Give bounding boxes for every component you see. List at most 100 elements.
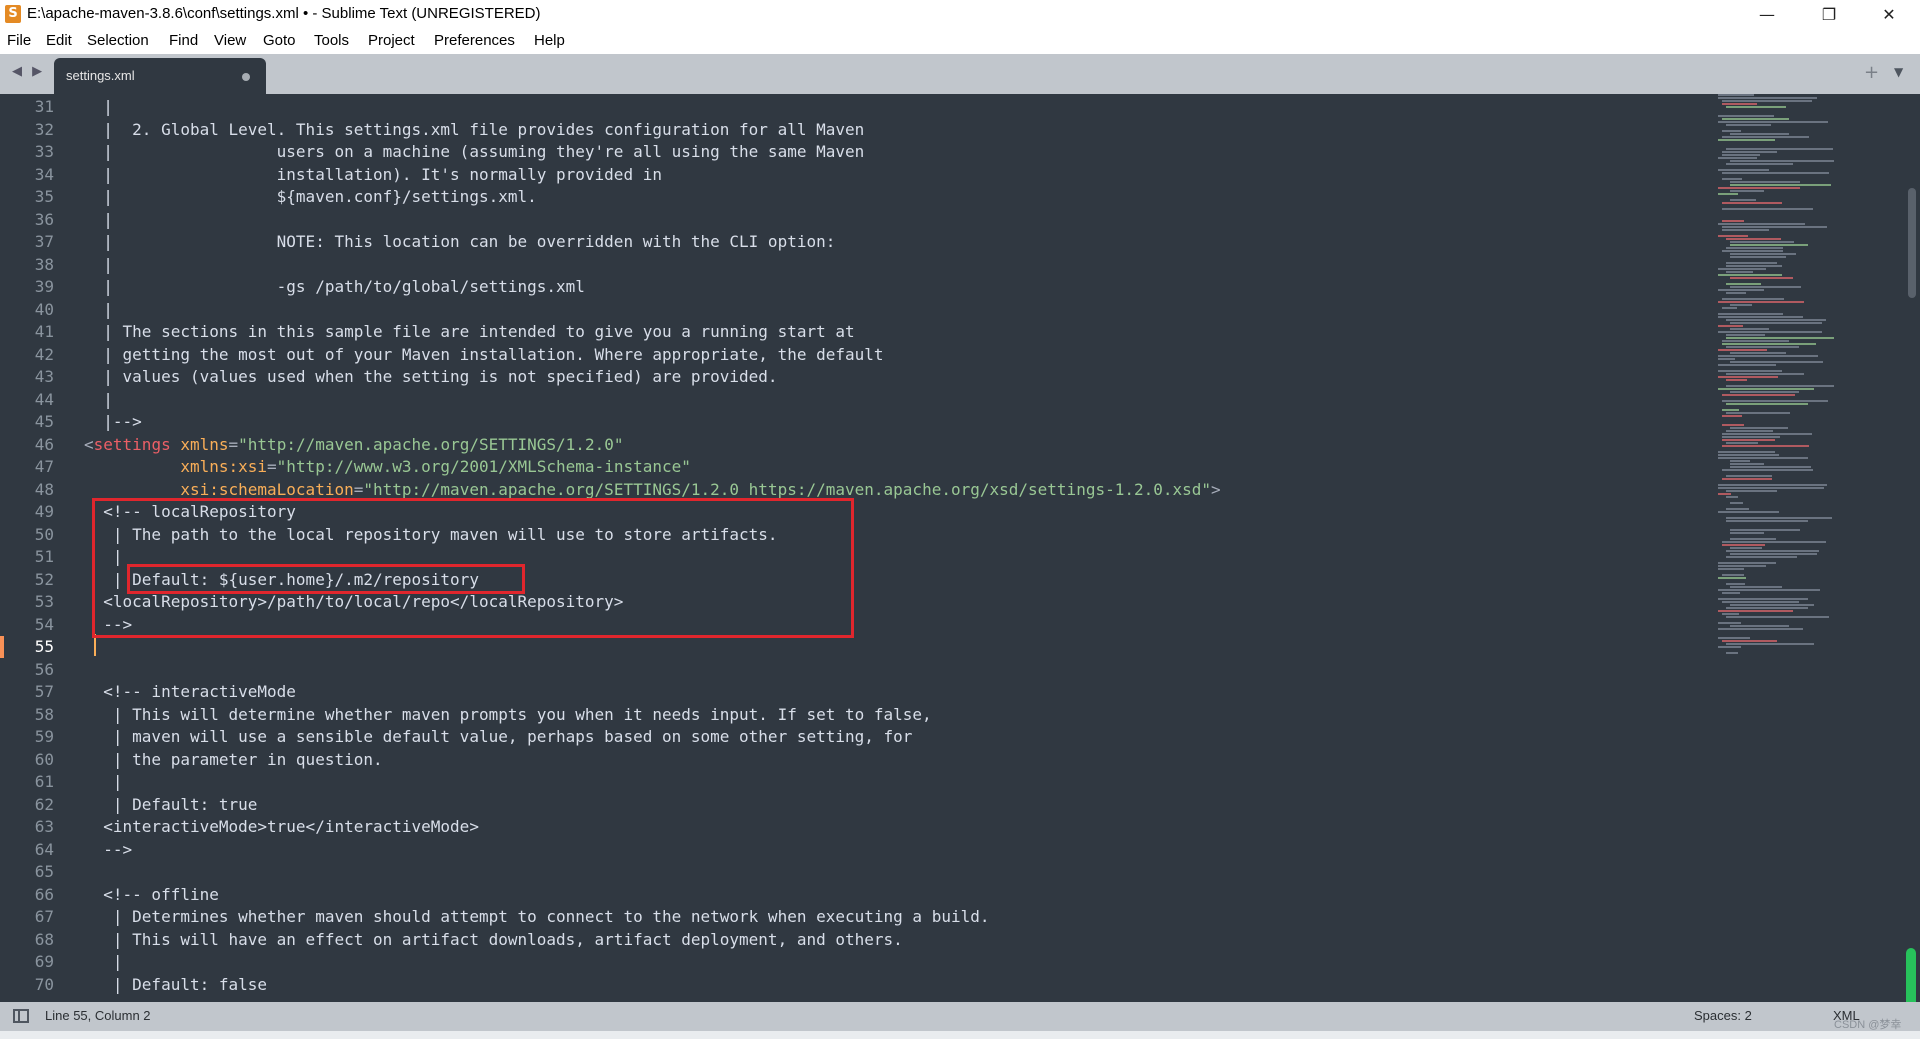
- code-line[interactable]: | NOTE: This location can be overridden …: [84, 231, 835, 254]
- code-line[interactable]: | installation). It's normally provided …: [84, 164, 662, 187]
- menu-file[interactable]: File: [7, 32, 31, 49]
- minimap-line: [1718, 511, 1779, 513]
- code-line[interactable]: | -gs /path/to/global/settings.xml: [84, 276, 585, 299]
- minimap-line: [1718, 121, 1828, 123]
- default-path-highlight-box: [127, 564, 525, 594]
- code-line[interactable]: | values (values used when the setting i…: [84, 366, 777, 389]
- minimap-line: [1726, 442, 1758, 444]
- minimap-line: [1722, 136, 1809, 138]
- code-line[interactable]: <interactiveMode>true</interactiveMode>: [84, 816, 479, 839]
- code-line[interactable]: | The sections in this sample file are i…: [84, 321, 854, 344]
- minimap-line: [1718, 331, 1822, 333]
- minimap-line: [1718, 349, 1767, 351]
- code-line[interactable]: | ${maven.conf}/settings.xml.: [84, 186, 536, 209]
- syntax-token: <: [84, 434, 94, 454]
- line-number: 57: [34, 682, 54, 701]
- minimap-line: [1726, 385, 1834, 387]
- minimap-line: [1722, 592, 1740, 594]
- line-number: 45: [34, 412, 54, 431]
- minimap-line: [1726, 346, 1799, 348]
- minimize-button[interactable]: —: [1744, 0, 1790, 29]
- syntax-token: "http://maven.apache.org/SETTINGS/1.2.0": [238, 434, 624, 454]
- minimap-line: [1730, 256, 1786, 258]
- minimap-line: [1722, 424, 1744, 426]
- line-number: 46: [34, 434, 54, 454]
- line-number: 69: [34, 952, 54, 971]
- unsaved-dot-icon[interactable]: [242, 73, 250, 81]
- code-line[interactable]: | maven will use a sensible default valu…: [84, 726, 913, 749]
- menu-view[interactable]: View: [214, 32, 246, 49]
- minimap-line: [1726, 496, 1738, 498]
- code-line[interactable]: <!-- interactiveMode: [84, 681, 296, 704]
- code-line[interactable]: | getting the most out of your Maven ins…: [84, 344, 883, 367]
- syntax-token: =: [228, 434, 239, 454]
- code-line[interactable]: | 2. Global Level. This settings.xml fil…: [84, 119, 864, 142]
- tab-list-chevron-down-icon[interactable]: ▼: [1894, 65, 1903, 79]
- line-number: 38: [34, 254, 54, 274]
- code-line[interactable]: | Default: false: [84, 974, 267, 997]
- minimap-line: [1726, 124, 1771, 126]
- menu-tools[interactable]: Tools: [314, 32, 349, 49]
- minimap-line: [1718, 235, 1748, 237]
- line-number: 60: [34, 749, 54, 769]
- menu-selection[interactable]: Selection: [87, 32, 149, 49]
- minimap-line: [1730, 604, 1814, 606]
- line-number: 37: [34, 232, 54, 251]
- minimap-line: [1722, 208, 1813, 210]
- minimap[interactable]: [1714, 94, 1914, 1002]
- minimap-line: [1722, 130, 1741, 132]
- code-line[interactable]: | This will have an effect on artifact d…: [84, 929, 903, 952]
- minimap-line: [1726, 373, 1804, 375]
- indentation-setting[interactable]: Spaces: 2: [1694, 1008, 1752, 1023]
- code-line[interactable]: |: [84, 389, 113, 412]
- menu-edit[interactable]: Edit: [46, 32, 72, 49]
- code-line[interactable]: | Determines whether maven should attemp…: [84, 906, 990, 929]
- minimap-line: [1718, 487, 1824, 489]
- minimap-line: [1730, 586, 1782, 588]
- code-line[interactable]: |-->: [84, 411, 142, 434]
- code-line[interactable]: |: [84, 951, 123, 974]
- code-line[interactable]: | users on a machine (assuming they're a…: [84, 141, 864, 164]
- line-number: 33: [34, 142, 54, 161]
- code-line[interactable]: |: [84, 771, 123, 794]
- tab-nav-arrows-icon[interactable]: ◀ ▶: [12, 64, 45, 79]
- minimap-line: [1718, 193, 1738, 195]
- code-line[interactable]: <!-- offline: [84, 884, 219, 907]
- code-line[interactable]: |: [84, 209, 113, 232]
- minimap-line: [1722, 250, 1783, 252]
- minimap-line: [1726, 163, 1793, 165]
- minimap-line: [1726, 319, 1826, 321]
- minimap-line: [1730, 277, 1793, 279]
- minimap-line: [1718, 610, 1793, 612]
- minimap-line: [1722, 436, 1780, 438]
- code-line[interactable]: | the parameter in question.: [84, 749, 383, 772]
- minimap-line: [1726, 490, 1777, 492]
- code-line[interactable]: |: [84, 299, 113, 322]
- code-line[interactable]: |: [84, 96, 113, 119]
- cursor-position[interactable]: Line 55, Column 2: [45, 1008, 151, 1023]
- code-line[interactable]: | Default: true: [84, 794, 258, 817]
- line-number: 70: [34, 974, 54, 994]
- restore-button[interactable]: ❐: [1806, 0, 1852, 29]
- menu-help[interactable]: Help: [534, 32, 565, 49]
- new-tab-plus-icon[interactable]: +: [1864, 62, 1879, 83]
- code-line[interactable]: |: [84, 254, 113, 277]
- menu-find[interactable]: Find: [169, 32, 198, 49]
- minimap-line: [1726, 520, 1808, 522]
- close-button[interactable]: ✕: [1866, 0, 1912, 29]
- code-line[interactable]: | This will determine whether maven prom…: [84, 704, 932, 727]
- line-number: 52: [34, 569, 54, 589]
- minimap-line: [1722, 103, 1757, 105]
- code-line[interactable]: xmlns:xsi="http://www.w3.org/2001/XMLSch…: [84, 456, 691, 479]
- menu-project[interactable]: Project: [368, 32, 415, 49]
- minimap-line: [1718, 628, 1803, 630]
- tab-settings-xml[interactable]: settings.xml: [54, 58, 266, 94]
- scrollbar-thumb[interactable]: [1908, 188, 1916, 298]
- minimap-line: [1730, 427, 1788, 429]
- minimap-line: [1718, 325, 1743, 327]
- panel-toggle-icon[interactable]: [13, 1009, 29, 1023]
- code-line[interactable]: -->: [84, 839, 132, 862]
- code-line[interactable]: <settings xmlns="http://maven.apache.org…: [84, 434, 623, 457]
- menu-preferences[interactable]: Preferences: [434, 32, 515, 49]
- menu-goto[interactable]: Goto: [263, 32, 296, 49]
